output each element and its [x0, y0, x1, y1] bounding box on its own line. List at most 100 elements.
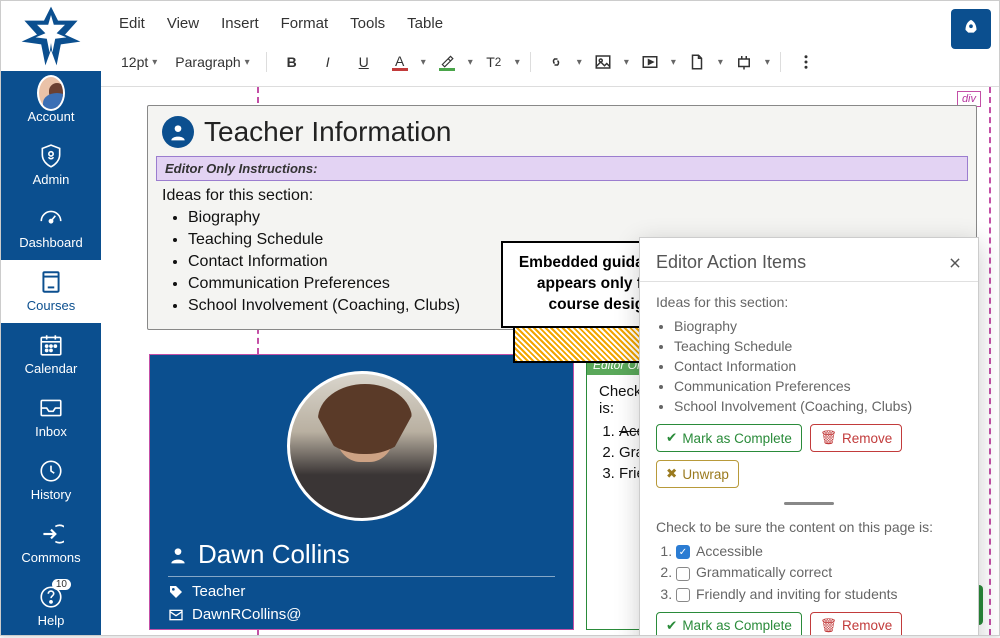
nav-dashboard[interactable]: Dashboard	[1, 197, 101, 260]
checklist-item[interactable]: Grammatically correct	[676, 564, 962, 580]
more-vertical-icon	[797, 53, 815, 71]
nav-courses[interactable]: Courses	[1, 260, 101, 323]
ideas-list: Biography Teaching Schedule Contact Info…	[674, 318, 962, 414]
chevron-down-icon[interactable]: ▾	[671, 57, 676, 68]
nav-label: History	[31, 487, 71, 502]
eagle-logo-icon	[16, 1, 86, 71]
highlighter-icon	[439, 54, 455, 68]
nav-account[interactable]: Account	[1, 71, 101, 134]
document-button[interactable]	[682, 48, 712, 76]
calendar-icon	[37, 331, 65, 359]
apps-button[interactable]	[729, 48, 759, 76]
close-button[interactable]	[948, 256, 962, 270]
help-badge: 10	[52, 579, 71, 590]
image-button[interactable]	[588, 48, 618, 76]
nav-commons[interactable]: Commons	[1, 512, 101, 575]
media-button[interactable]	[635, 48, 665, 76]
ideas-heading: Ideas for this section:	[162, 187, 962, 205]
rocket-icon	[960, 18, 982, 40]
share-icon	[37, 520, 65, 548]
plug-icon	[735, 53, 753, 71]
menu-insert[interactable]: Insert	[221, 15, 259, 32]
remove-button[interactable]: 🗑Remove	[810, 612, 902, 635]
list-item: Contact Information	[674, 358, 962, 374]
divider	[780, 52, 781, 72]
nav-label: Calendar	[25, 361, 78, 376]
nav-label: Inbox	[35, 424, 67, 439]
divider	[266, 52, 267, 72]
checklist-item[interactable]: ✓Accessible	[676, 543, 962, 559]
person-icon	[162, 116, 194, 148]
nav-calendar[interactable]: Calendar	[1, 323, 101, 386]
list-item: Biography	[674, 318, 962, 334]
text-color-button[interactable]: A	[385, 48, 415, 76]
fontsize-select[interactable]: 12pt▾	[115, 50, 163, 74]
global-nav: Account Admin Dashboard Courses Calendar	[1, 1, 101, 635]
profile-name: Dawn Collins	[198, 539, 350, 570]
checkbox-checked-icon[interactable]: ✓	[676, 545, 690, 559]
check-icon: ✔	[666, 430, 677, 446]
gauge-icon	[37, 205, 65, 233]
mark-complete-button[interactable]: ✔Mark as Complete	[656, 612, 802, 635]
nav-label: Dashboard	[19, 235, 83, 250]
more-button[interactable]	[791, 48, 821, 76]
italic-button[interactable]: I	[313, 48, 343, 76]
help-icon: 10	[37, 583, 65, 611]
checklist-item[interactable]: Friendly and inviting for students	[676, 586, 962, 602]
menu-format[interactable]: Format	[281, 15, 329, 32]
chevron-down-icon[interactable]: ▾	[421, 57, 426, 68]
mark-complete-button[interactable]: ✔Mark as Complete	[656, 424, 802, 452]
editor-menubar: Edit View Insert Format Tools Table	[101, 1, 999, 42]
unwrap-button[interactable]: ✖Unwrap	[656, 460, 739, 488]
clock-icon	[37, 457, 65, 485]
nav-history[interactable]: History	[1, 449, 101, 512]
chevron-down-icon[interactable]: ▾	[765, 57, 770, 68]
checkbox-icon[interactable]	[676, 588, 690, 602]
nav-label: Help	[38, 613, 65, 628]
chevron-down-icon: ▾	[245, 57, 250, 68]
menu-view[interactable]: View	[167, 15, 199, 32]
chevron-down-icon[interactable]: ▾	[718, 57, 723, 68]
popup-title: Editor Action Items	[656, 252, 806, 273]
menu-edit[interactable]: Edit	[119, 15, 145, 32]
menu-tools[interactable]: Tools	[350, 15, 385, 32]
nav-help[interactable]: 10 Help	[1, 575, 101, 638]
nav-label: Admin	[33, 172, 70, 187]
checklist: ✓Accessible Grammatically correct Friend…	[676, 543, 962, 602]
profile-role: Teacher	[192, 583, 245, 600]
editor-toolbar: 12pt▾ Paragraph▾ B I U A ▾ ▾ T2 ▾ ▾ ▾ ▾ …	[101, 42, 999, 87]
design-tools-button[interactable]	[951, 9, 991, 49]
link-button[interactable]	[541, 48, 571, 76]
list-item: Biography	[188, 209, 946, 227]
check-icon: ✔	[666, 618, 677, 634]
blocktype-select[interactable]: Paragraph▾	[169, 50, 255, 74]
institution-logo	[1, 1, 101, 71]
document-icon	[688, 53, 706, 71]
nav-admin[interactable]: Admin	[1, 134, 101, 197]
tag-icon	[168, 584, 184, 600]
chevron-down-icon: ▾	[152, 57, 157, 68]
separator	[784, 502, 834, 505]
remove-button[interactable]: 🗑Remove	[810, 424, 902, 452]
image-icon	[594, 53, 612, 71]
underline-button[interactable]: U	[349, 48, 379, 76]
nav-inbox[interactable]: Inbox	[1, 386, 101, 449]
book-icon	[37, 268, 65, 296]
list-item: Communication Preferences	[674, 378, 962, 394]
highlight-button[interactable]	[432, 48, 462, 76]
chevron-down-icon[interactable]: ▾	[515, 57, 520, 68]
profile-photo	[287, 371, 437, 521]
bold-button[interactable]: B	[277, 48, 307, 76]
profile-card: Card Dawn Collins Teacher DawnRColl	[149, 354, 574, 630]
chevron-down-icon[interactable]: ▾	[624, 57, 629, 68]
shield-icon	[37, 142, 65, 170]
checkbox-icon[interactable]	[676, 567, 690, 581]
divider	[530, 52, 531, 72]
superscript-button[interactable]: T2	[479, 48, 509, 76]
menu-table[interactable]: Table	[407, 15, 443, 32]
inbox-icon	[37, 394, 65, 422]
chevron-down-icon[interactable]: ▾	[468, 57, 473, 68]
editor-only-header: Editor Only Instructions:	[156, 156, 968, 181]
link-icon	[547, 53, 565, 71]
chevron-down-icon[interactable]: ▾	[577, 57, 582, 68]
